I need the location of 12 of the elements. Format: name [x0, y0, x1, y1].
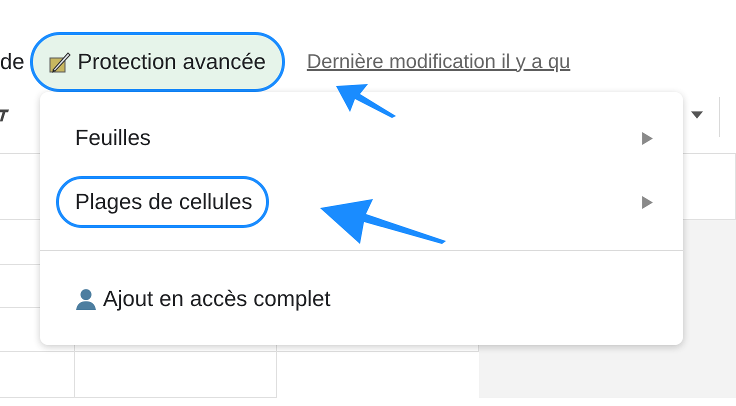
menu-item[interactable]: Ajout en accès complet [40, 251, 683, 347]
menu-bar-text: de [0, 49, 24, 75]
spreadsheet-cell[interactable] [75, 352, 277, 398]
person-icon [75, 288, 97, 310]
document-quill-icon [47, 50, 72, 74]
caret-icon[interactable] [691, 111, 703, 119]
spreadsheet-cell[interactable] [0, 352, 75, 398]
last-edit-link[interactable]: Dernière modification il y a qu [306, 50, 570, 74]
menu-item[interactable]: Feuilles [40, 106, 683, 170]
italic-icon[interactable] [0, 108, 9, 122]
protection-button[interactable]: Protection avancée [30, 32, 285, 92]
callout-arrow [336, 84, 396, 118]
